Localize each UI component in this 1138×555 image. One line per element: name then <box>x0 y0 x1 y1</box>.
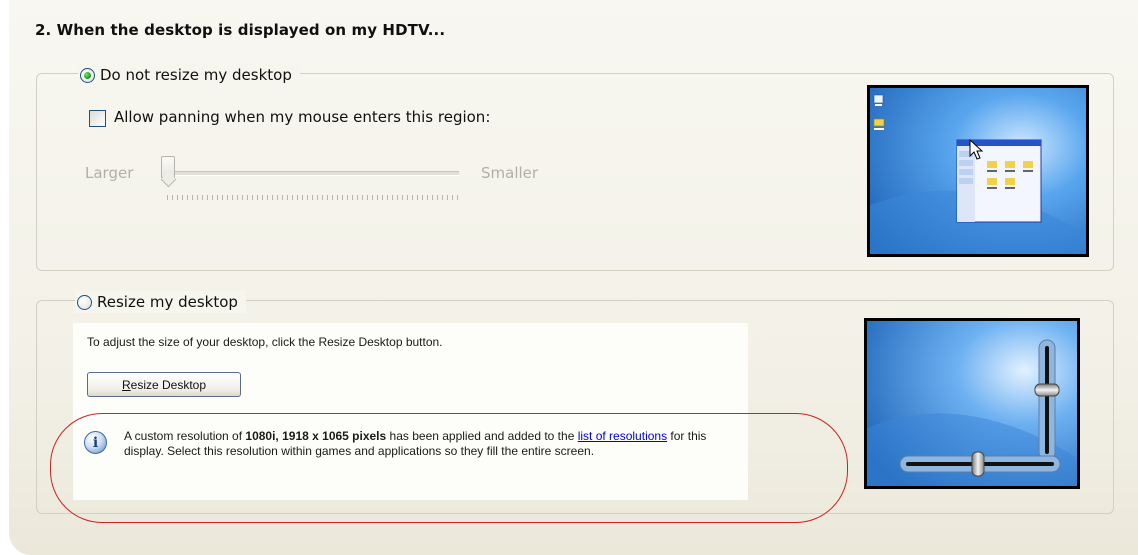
panning-checkbox[interactable] <box>89 110 106 127</box>
no-resize-option[interactable]: Do not resize my desktop <box>78 64 300 86</box>
resize-label: Resize my desktop <box>97 293 238 311</box>
resize-desktop-button[interactable]: Resize Desktop <box>87 372 241 397</box>
no-resize-radio[interactable] <box>80 67 95 83</box>
highlight-annotation <box>50 413 848 523</box>
resize-button-mnemonic: R <box>121 377 131 392</box>
slider-max-label: Smaller <box>481 164 539 182</box>
desktop-preview-image <box>867 85 1089 257</box>
resize-radio[interactable] <box>77 294 92 310</box>
resize-button-label: esize Desktop <box>130 377 207 392</box>
panning-label: Allow panning when my mouse enters this … <box>114 108 491 126</box>
no-resize-label: Do not resize my desktop <box>100 66 292 84</box>
resize-slider-thumb[interactable] <box>161 156 175 178</box>
slider-min-label: Larger <box>85 164 134 182</box>
resize-instruction: To adjust the size of your desktop, clic… <box>87 335 443 349</box>
resize-preview-image <box>864 318 1080 489</box>
vertical-slider-graphic <box>1034 339 1060 461</box>
resize-slider-track[interactable] <box>163 171 459 176</box>
section-heading: 2. When the desktop is displayed on my H… <box>35 21 446 39</box>
horizontal-slider-graphic <box>899 451 1061 477</box>
resize-option[interactable]: Resize my desktop <box>75 291 246 313</box>
resize-slider-ticks <box>167 195 460 200</box>
